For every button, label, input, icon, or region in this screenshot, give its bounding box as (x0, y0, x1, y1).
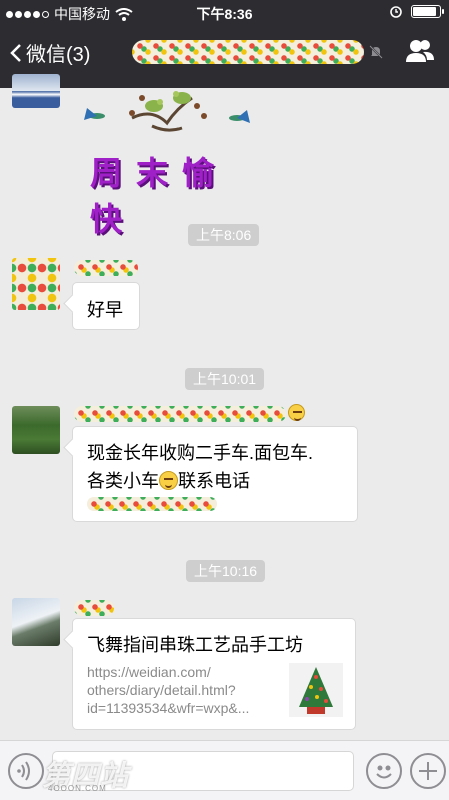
chevron-left-icon (10, 43, 21, 62)
timestamp: 上午10:16 (186, 560, 266, 582)
timestamp: 上午8:06 (188, 224, 260, 246)
mute-icon (369, 45, 383, 59)
link-thumbnail (289, 663, 343, 717)
link-title: 飞舞指间串珠工艺品手工坊 (87, 635, 303, 655)
emoji-icon (376, 765, 392, 779)
message-text-line2: 各类小车 联系电话 (87, 467, 250, 493)
emoji-button[interactable] (366, 753, 402, 789)
plus-icon (419, 762, 437, 780)
timestamp: 上午10:01 (185, 368, 265, 390)
status-time: 下午8:36 (196, 6, 253, 22)
sender-name-redacted (74, 406, 286, 422)
christmas-tree-icon (299, 667, 333, 714)
voice-input-button[interactable] (8, 753, 44, 789)
smiley-emoji-icon (159, 471, 178, 490)
group-members-icon[interactable] (405, 38, 435, 64)
avatar[interactable] (12, 258, 60, 310)
birds-sticker-image (84, 91, 250, 132)
avatar[interactable] (12, 598, 60, 646)
sticker-message[interactable]: 周末愉快 (72, 78, 262, 237)
alarm-icon (390, 6, 402, 18)
link-card[interactable]: 飞舞指间串珠工艺品手工坊 https://weidian.com/ others… (72, 618, 356, 730)
message-bubble[interactable]: 现金长年收购二手车.面包车. 各类小车 联系电话 (72, 426, 358, 522)
message-text-line2-prefix: 各类小车 (87, 471, 159, 491)
more-button[interactable] (410, 753, 446, 789)
link-description-line1: https://weidian.com/ (87, 664, 211, 680)
back-label: 微信(3) (26, 44, 91, 66)
chat-nav: 微信(3) (0, 30, 449, 74)
message-list[interactable]: 周末愉快 上午8:06 好早 上午10:01 现金长年收购二手车.面包车. 各类… (0, 74, 449, 740)
message-text: 好早 (87, 300, 123, 320)
voice-icon (17, 761, 30, 781)
phone-number-redacted (87, 497, 217, 511)
message-text-line2-suffix: 联系电话 (178, 471, 250, 491)
avatar[interactable] (12, 74, 60, 108)
chat-title-redacted (132, 40, 364, 64)
smiley-emoji-icon (288, 404, 305, 421)
sender-name-redacted (74, 600, 114, 616)
link-description-line3: id=11393534&wfr=wxp&... (87, 700, 250, 716)
watermark-url: 4OOON.COM (48, 784, 107, 793)
sender-name-redacted (74, 260, 138, 276)
battery-level (413, 6, 436, 16)
status-bar: 中国移动 下午8:36 (0, 0, 449, 24)
link-description-line2: others/diary/detail.html? (87, 682, 236, 698)
battery-icon (411, 4, 444, 18)
message-text-line1: 现金长年收购二手车.面包车. (87, 443, 314, 463)
message-bubble[interactable]: 好早 (72, 282, 140, 330)
link-description: https://weidian.com/ others/diary/detail… (87, 663, 249, 717)
avatar[interactable] (12, 406, 60, 454)
back-button[interactable]: 微信(3) (10, 38, 90, 67)
